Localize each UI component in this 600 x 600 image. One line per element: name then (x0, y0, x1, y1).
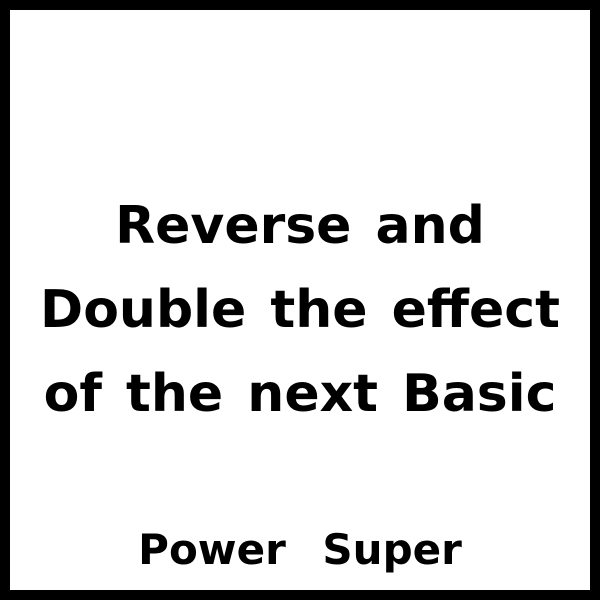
card-type-line: Power Super (20, 522, 580, 578)
card-effect-text: Reverse and Double the effect of the nex… (20, 184, 580, 436)
card: Reverse and Double the effect of the nex… (0, 0, 600, 600)
effect-line-2: Double the effect (40, 280, 560, 340)
type-tag-super: Super (322, 525, 462, 574)
effect-line-1: Reverse and (115, 196, 485, 256)
effect-line-3: of the next Basic (43, 364, 557, 424)
type-tag-power: Power (138, 525, 286, 574)
